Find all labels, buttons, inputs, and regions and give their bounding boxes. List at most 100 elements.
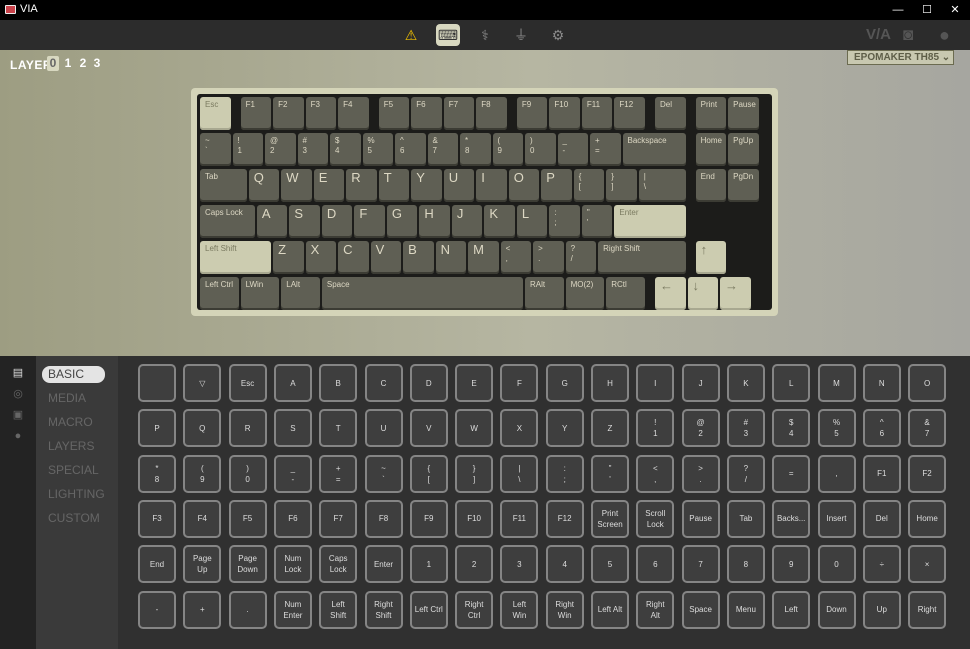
keycode-n[interactable]: N bbox=[862, 364, 901, 402]
keyboard-key-mo-2[interactable]: MO(2) bbox=[565, 277, 605, 310]
keycode-f3[interactable]: F3 bbox=[138, 499, 176, 538]
keycode-end[interactable]: End bbox=[138, 545, 176, 584]
keyboard-key-u[interactable]: U bbox=[443, 169, 475, 202]
warning-icon[interactable]: ⚠ bbox=[399, 24, 423, 46]
keyboard-key-tab[interactable]: Tab bbox=[200, 169, 247, 202]
discord-icon[interactable]: ◙ bbox=[903, 24, 913, 46]
keycode-symbol[interactable]: > . bbox=[681, 454, 720, 493]
keyboard-key-s[interactable]: S bbox=[289, 205, 320, 238]
keyboard-key-3[interactable]: # 3 bbox=[297, 133, 328, 166]
keyboard-key-symbol[interactable]: ? / bbox=[565, 241, 597, 274]
keycode-space[interactable]: Space bbox=[681, 590, 720, 629]
keyboard-key-t[interactable]: T bbox=[378, 169, 410, 202]
keyboard-key-b[interactable]: B bbox=[403, 241, 434, 274]
keyboard-key-symbol[interactable]: " ' bbox=[581, 205, 613, 238]
keyboard-key-f3[interactable]: F3 bbox=[305, 97, 337, 130]
keyboard-key-lwin[interactable]: LWin bbox=[240, 277, 280, 310]
keyboard-key-symbol[interactable]: ~ ` bbox=[200, 133, 231, 166]
keycode-a[interactable]: A bbox=[273, 364, 312, 402]
keycode-symbol[interactable]: _ - bbox=[273, 454, 312, 493]
keyboard-key-i[interactable]: I bbox=[476, 169, 507, 202]
keyboard-key-left-shift[interactable]: Left Shift bbox=[200, 241, 272, 274]
keyboard-key-f9[interactable]: F9 bbox=[516, 97, 548, 130]
layer-1-button[interactable]: 1 bbox=[62, 56, 74, 71]
keyboard-key-space[interactable]: Space bbox=[321, 277, 523, 310]
radio-icon[interactable]: ◎ bbox=[10, 387, 26, 401]
keyboard-key-j[interactable]: J bbox=[451, 205, 483, 238]
save-icon[interactable]: ▣ bbox=[10, 408, 26, 422]
keycode-right[interactable]: Right bbox=[908, 590, 947, 629]
keycode-backs[interactable]: Backs... bbox=[772, 499, 811, 538]
maximize-button[interactable]: ☐ bbox=[912, 0, 942, 20]
keycode-down[interactable]: Down bbox=[817, 590, 856, 629]
keycode-1[interactable]: 1 bbox=[409, 545, 448, 584]
keycode-7[interactable]: & 7 bbox=[908, 409, 947, 448]
keyboard-key-1[interactable]: ! 1 bbox=[232, 133, 263, 166]
keyboard-key-f2[interactable]: F2 bbox=[273, 97, 304, 130]
keycode-r[interactable]: R bbox=[228, 409, 267, 448]
keycode-symbol[interactable]: + = bbox=[319, 454, 358, 493]
keycode-symbol[interactable]: ? / bbox=[726, 454, 765, 493]
keycode-blank[interactable] bbox=[138, 364, 176, 402]
keycode-symbol[interactable]: . bbox=[228, 590, 267, 629]
keycode-e[interactable]: E bbox=[455, 364, 494, 402]
keyboard-key-g[interactable]: G bbox=[386, 205, 418, 238]
keyboard-key-f4[interactable]: F4 bbox=[338, 97, 369, 130]
keyboard-key-y[interactable]: Y bbox=[411, 169, 442, 202]
keycode-3[interactable]: 3 bbox=[500, 545, 539, 584]
keyboard-key-left-ctrl[interactable]: Left Ctrl bbox=[200, 277, 239, 310]
keycode-f4[interactable]: F4 bbox=[183, 499, 222, 538]
keycode-right-win[interactable]: Right Win bbox=[545, 590, 584, 629]
keycode-pause[interactable]: Pause bbox=[681, 499, 720, 538]
keyboard-key-5[interactable]: % 5 bbox=[362, 133, 393, 166]
keycode-symbol[interactable]: = bbox=[772, 454, 811, 493]
keycode-x[interactable]: X bbox=[500, 409, 539, 448]
keycode-f1[interactable]: F1 bbox=[862, 454, 901, 493]
gear-icon[interactable]: ⚙ bbox=[546, 24, 570, 46]
keycode-s[interactable]: S bbox=[273, 409, 312, 448]
keycode-t[interactable]: T bbox=[319, 409, 358, 448]
keycode-9[interactable]: ( 9 bbox=[183, 454, 222, 493]
keyboard-key-symbol[interactable]: → bbox=[720, 277, 751, 310]
keycode-symbol[interactable]: ▽ bbox=[183, 364, 222, 402]
keycode-symbol[interactable]: - bbox=[138, 590, 176, 629]
keycode-m[interactable]: M bbox=[817, 364, 856, 402]
keyboard-key-f1[interactable]: F1 bbox=[240, 97, 272, 130]
keyboard-key-o[interactable]: O bbox=[508, 169, 540, 202]
keyboard-key-symbol[interactable]: : ; bbox=[549, 205, 580, 238]
keycode-o[interactable]: O bbox=[908, 364, 947, 402]
keycode-f10[interactable]: F10 bbox=[455, 499, 494, 538]
layer-0-button[interactable]: 0 bbox=[47, 56, 59, 71]
keycode-symbol[interactable]: , bbox=[817, 454, 856, 493]
keycode-symbol[interactable]: { [ bbox=[409, 454, 448, 493]
keycode-symbol[interactable]: ÷ bbox=[862, 545, 901, 584]
keyboard-key-ralt[interactable]: RAlt bbox=[525, 277, 564, 310]
keyboard-key-pgup[interactable]: PgUp bbox=[728, 133, 759, 166]
keycode-page-up[interactable]: Page Up bbox=[183, 545, 222, 584]
keycode-v[interactable]: V bbox=[409, 409, 448, 448]
keyboard-key-2[interactable]: @ 2 bbox=[265, 133, 296, 166]
keycode-print-screen[interactable]: Print Screen bbox=[591, 499, 629, 538]
keycode-d[interactable]: D bbox=[409, 364, 448, 402]
keyboard-key-lalt[interactable]: LAlt bbox=[281, 277, 320, 310]
keycode-k[interactable]: K bbox=[726, 364, 765, 402]
keycode-y[interactable]: Y bbox=[545, 409, 584, 448]
keyboard-key-6[interactable]: ^ 6 bbox=[395, 133, 426, 166]
keycode-6[interactable]: ^ 6 bbox=[862, 409, 901, 448]
keyboard-key-e[interactable]: E bbox=[313, 169, 345, 202]
keyboard-key-f10[interactable]: F10 bbox=[549, 97, 580, 130]
keycode-2[interactable]: 2 bbox=[455, 545, 494, 584]
keycode-symbol[interactable]: | \ bbox=[500, 454, 539, 493]
keycode-f12[interactable]: F12 bbox=[545, 499, 584, 538]
keycode-symbol[interactable]: + bbox=[183, 590, 222, 629]
keycode-left[interactable]: Left bbox=[772, 590, 811, 629]
keyboard-key-n[interactable]: N bbox=[435, 241, 467, 274]
keycode-menu[interactable]: Menu bbox=[726, 590, 765, 629]
keyboard-key-del[interactable]: Del bbox=[655, 97, 686, 130]
layer-3-button[interactable]: 3 bbox=[91, 56, 103, 71]
keycode-z[interactable]: Z bbox=[591, 409, 629, 448]
keyboard-key-k[interactable]: K bbox=[484, 205, 515, 238]
keycode-left-win[interactable]: Left Win bbox=[500, 590, 539, 629]
keyboard-key-8[interactable]: * 8 bbox=[460, 133, 491, 166]
keycode-up[interactable]: Up bbox=[862, 590, 901, 629]
